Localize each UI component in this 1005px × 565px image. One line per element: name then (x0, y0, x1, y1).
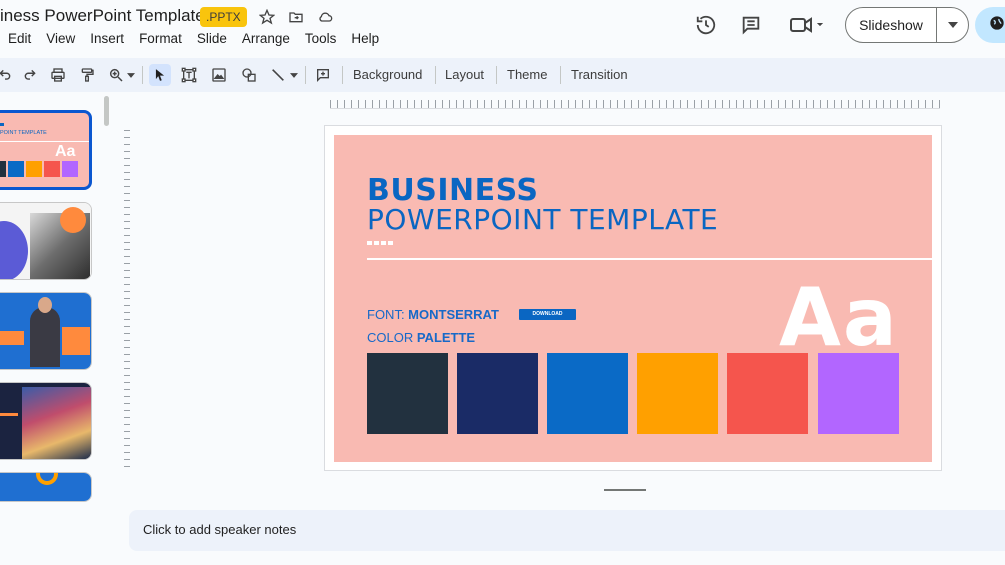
version-history-icon[interactable] (695, 14, 717, 36)
print-icon[interactable] (47, 64, 69, 86)
thumb-swatch (8, 161, 24, 177)
slide-dot (381, 241, 386, 245)
slideshow-label[interactable]: Slideshow (846, 17, 936, 33)
menu-bar: Edit View Insert Format Slide Arrange To… (8, 31, 394, 46)
thumb-rule (0, 141, 89, 142)
color-swatch-5[interactable] (727, 353, 808, 434)
background-button[interactable]: Background (353, 67, 422, 82)
globe-icon (989, 15, 1005, 36)
slide-dot (388, 241, 393, 245)
ruler-baseline (330, 108, 940, 109)
slide[interactable]: BUSINESS POWERPOINT TEMPLATE Aa FONT: MO… (334, 135, 932, 462)
toolbar-separator (496, 66, 497, 84)
slide-thumbnail-4[interactable] (0, 382, 92, 460)
slide-thumbnail-2[interactable] (0, 202, 92, 280)
toolbar-separator (560, 66, 561, 84)
slide-dots (367, 241, 393, 245)
color-swatch-3[interactable] (547, 353, 628, 434)
cloud-status-icon[interactable] (316, 8, 334, 26)
speaker-notes[interactable]: Click to add speaker notes (129, 510, 1005, 551)
slides-app: iness PowerPoint Template .PPTX Edit Vie… (0, 0, 1005, 565)
filmstrip-scrollbar[interactable] (104, 96, 109, 126)
thumb-label (0, 413, 18, 416)
canvas-resize-handle[interactable] (604, 489, 646, 491)
thumb-swatch (26, 161, 42, 177)
slide-divider (367, 258, 932, 260)
toolbar-separator (142, 66, 143, 84)
slide-dot (367, 241, 372, 245)
slide-thumbnail-1[interactable]: POINT TEMPLATE Aa (0, 110, 92, 190)
title-bar: iness PowerPoint Template .PPTX Edit Vie… (0, 0, 1005, 56)
thumb-swatch (62, 161, 78, 177)
slide-thumbnail-3[interactable] (0, 292, 92, 370)
undo-icon[interactable] (0, 64, 16, 86)
thumb-title: POINT TEMPLATE (0, 130, 47, 136)
thumb-aa: Aa (55, 143, 76, 160)
slideshow-dropdown-icon[interactable] (937, 22, 968, 28)
speaker-notes-placeholder: Click to add speaker notes (143, 522, 297, 537)
line-icon[interactable] (267, 64, 289, 86)
meet-icon[interactable] (787, 14, 827, 36)
text-box-icon[interactable] (178, 64, 200, 86)
palette-prefix: COLOR (367, 330, 417, 345)
menu-format[interactable]: Format (139, 31, 182, 46)
slide-filmstrip: POINT TEMPLATE Aa (0, 92, 110, 512)
palette-word: PALETTE (416, 330, 476, 345)
menu-insert[interactable]: Insert (90, 31, 124, 46)
font-name: MONTSERRAT (408, 307, 499, 322)
star-icon[interactable] (258, 8, 276, 26)
move-folder-icon[interactable] (287, 8, 305, 26)
thumb-label (0, 331, 24, 345)
font-prefix: FONT: (367, 307, 409, 322)
shape-icon[interactable] (238, 64, 260, 86)
thumb-swatch (0, 161, 6, 177)
theme-button[interactable]: Theme (507, 67, 547, 82)
slide-font-line[interactable]: FONT: MONTSERRAT (367, 307, 499, 322)
menu-slide[interactable]: Slide (197, 31, 227, 46)
line-dropdown-icon[interactable] (287, 64, 301, 86)
slideshow-button[interactable]: Slideshow (845, 7, 969, 43)
toolbar: Background Layout Theme Transition (0, 58, 1005, 92)
thumb-head (38, 297, 52, 313)
insert-comment-icon[interactable] (312, 64, 334, 86)
color-swatch-1[interactable] (367, 353, 448, 434)
toolbar-separator (342, 66, 343, 84)
color-swatch-4[interactable] (637, 353, 718, 434)
share-button[interactable] (975, 7, 1005, 43)
color-swatch-2[interactable] (457, 353, 538, 434)
thumb-title-mark (0, 123, 4, 126)
thumb-accent (62, 327, 90, 355)
comments-icon[interactable] (740, 14, 762, 36)
layout-button[interactable]: Layout (445, 67, 484, 82)
menu-arrange[interactable]: Arrange (242, 31, 290, 46)
thumb-city (22, 387, 91, 459)
thumb-swatch (44, 161, 60, 177)
toolbar-separator (305, 66, 306, 84)
menu-edit[interactable]: Edit (8, 31, 31, 46)
thumb-orange-circle (60, 207, 86, 233)
select-tool-icon[interactable] (149, 64, 171, 86)
horizontal-ruler (330, 100, 940, 108)
slide-title-line-2[interactable]: POWERPOINT TEMPLATE (367, 203, 718, 236)
menu-tools[interactable]: Tools (305, 31, 337, 46)
slide-thumbnail-5[interactable] (0, 472, 92, 502)
file-type-badge: .PPTX (200, 7, 247, 27)
slide-dot (374, 241, 379, 245)
paint-format-icon[interactable] (76, 64, 98, 86)
vertical-ruler (124, 130, 130, 470)
slide-aa-text[interactable]: Aa (779, 271, 899, 364)
transition-button[interactable]: Transition (571, 67, 628, 82)
menu-view[interactable]: View (46, 31, 75, 46)
redo-icon[interactable] (19, 64, 41, 86)
document-title[interactable]: iness PowerPoint Template (0, 6, 205, 26)
slide-palette-line[interactable]: COLOR PALETTE (367, 330, 475, 345)
thumb-person (30, 307, 60, 367)
image-icon[interactable] (208, 64, 230, 86)
download-button[interactable]: DOWNLOAD (519, 309, 576, 320)
color-swatch-6[interactable] (818, 353, 899, 434)
menu-help[interactable]: Help (351, 31, 379, 46)
zoom-dropdown-icon[interactable] (124, 64, 138, 86)
toolbar-separator (435, 66, 436, 84)
